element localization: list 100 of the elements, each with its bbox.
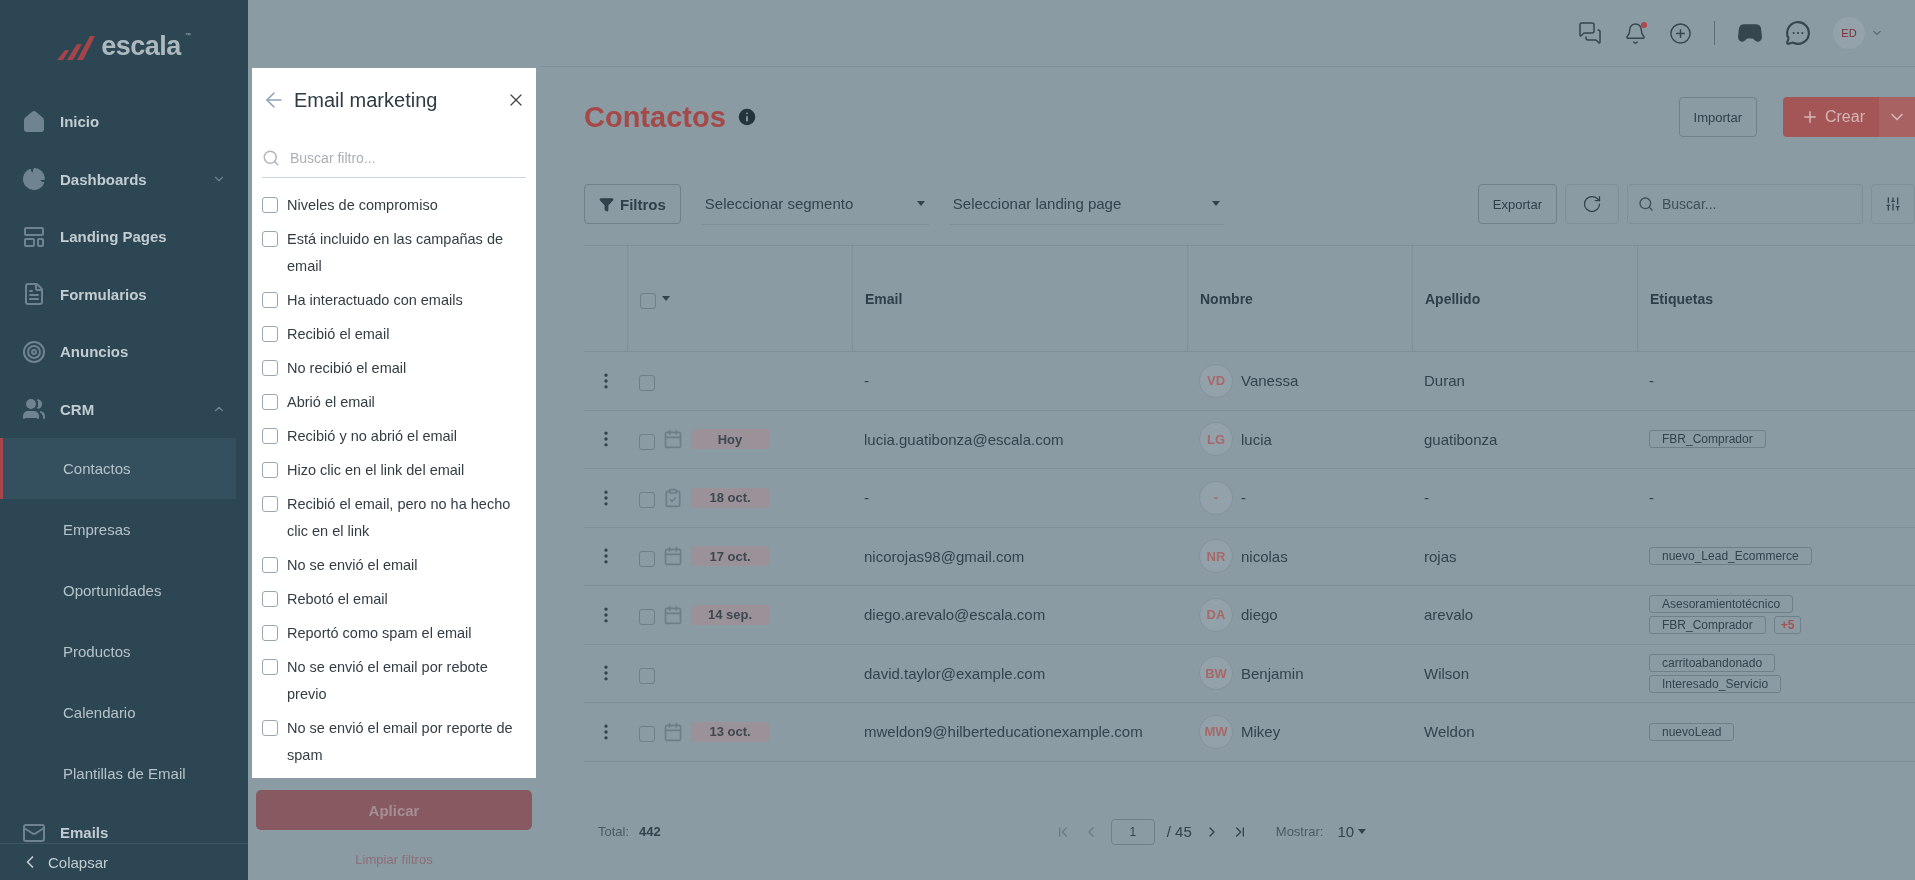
sliders-icon (1885, 196, 1901, 212)
checkbox[interactable] (262, 590, 278, 607)
filter-option[interactable]: No se envió el email (262, 548, 526, 582)
filter-option[interactable]: Niveles de compromiso (262, 188, 526, 222)
checkbox[interactable] (262, 556, 278, 573)
search-icon (1638, 196, 1654, 212)
checkbox[interactable] (262, 291, 278, 308)
surname-cell: Weldon (1424, 723, 1475, 741)
refresh-button[interactable] (1565, 184, 1619, 224)
info-icon[interactable] (735, 106, 758, 128)
checkbox[interactable] (262, 359, 278, 376)
segment-select[interactable]: Seleccionar segmento (700, 183, 929, 225)
sidebar-subitem[interactable]: Calendario (0, 682, 236, 743)
page-field[interactable]: 1 (1110, 818, 1155, 845)
filter-option[interactable]: Rebotó el email (262, 582, 526, 616)
surname-cell: guatibonza (1424, 430, 1498, 448)
filter-option[interactable]: Reportó como spam el email (262, 616, 526, 650)
surname-cell: - (1424, 489, 1429, 507)
surname-cell: Wilson (1424, 664, 1469, 682)
sidebar-item-label: Landing Pages (60, 228, 168, 246)
checkbox[interactable] (262, 495, 278, 512)
column-header[interactable]: Apellido (1425, 290, 1481, 307)
sidebar-item[interactable]: CRM (0, 380, 248, 438)
tag: Interesado_Servicio (1649, 674, 1782, 693)
total-label: Total: (598, 824, 630, 839)
sidebar-item[interactable]: Inicio (0, 93, 248, 151)
filter-option[interactable]: Recibió y no abrió el email (262, 419, 526, 453)
target-icon (22, 339, 46, 364)
filter-option[interactable]: Abrió el email (262, 385, 526, 419)
checkbox[interactable] (262, 719, 278, 736)
initials-avatar: NR (1199, 539, 1233, 574)
caret-icon[interactable] (662, 296, 670, 301)
surname-cell: arevalo (1424, 606, 1474, 624)
checkbox[interactable] (639, 726, 655, 743)
landing-page-select[interactable]: Seleccionar landing page (948, 183, 1224, 225)
filter-option[interactable]: No se envió el email por rebote previo (262, 650, 526, 711)
sidebar-subitem[interactable]: Plantillas de Email (0, 743, 236, 804)
search-field[interactable]: Buscar... (1627, 184, 1863, 224)
tags-cell: - (1649, 372, 1654, 390)
checkbox[interactable] (639, 433, 655, 450)
sidebar-subitem[interactable]: Oportunidades (0, 560, 236, 621)
column-header[interactable]: Etiquetas (1650, 290, 1713, 307)
sidebar-item-label: Emails (60, 824, 110, 842)
date-badge: 14 sep. (691, 604, 769, 625)
sidebar-subitem[interactable]: Contactos (0, 438, 236, 499)
filter-option[interactable]: No se envió el email por reporte de spam (262, 711, 526, 772)
show-label: Mostrar: (1275, 824, 1324, 839)
caret-icon[interactable] (1358, 829, 1367, 834)
column-header[interactable]: Email (865, 290, 903, 307)
filter-option[interactable]: Recibió el email, pero no ha hecho clic en el link (262, 487, 526, 548)
filter-option[interactable]: Está incluido en las campañas de email (262, 222, 526, 283)
email-cell: lucia.guatibonza@escala.com (864, 430, 1064, 448)
checkbox[interactable] (639, 609, 655, 626)
sidebar-item-label: Formularios (60, 285, 148, 303)
sidebar-item[interactable]: Landing Pages (0, 208, 248, 266)
checkbox[interactable] (639, 550, 655, 567)
filter-option[interactable]: No recibió el email (262, 351, 526, 385)
form-icon (22, 282, 46, 307)
filter-option[interactable]: Ha interactuado con emails (262, 283, 526, 317)
checkbox[interactable] (262, 658, 278, 675)
sidebar-item[interactable]: Anuncios (0, 323, 248, 381)
calendar-icon (663, 721, 683, 742)
checkbox[interactable] (262, 624, 278, 641)
checkbox[interactable] (262, 427, 278, 444)
sidebar-subitem[interactable]: Productos (0, 621, 236, 682)
checkbox[interactable] (639, 492, 655, 509)
search-input[interactable]: Buscar... (1660, 195, 1830, 213)
checkbox[interactable] (262, 196, 278, 213)
user-avatar[interactable]: ED (1833, 17, 1865, 49)
email-cell: diego.arevalo@escala.com (864, 606, 1046, 624)
refresh-icon (1582, 194, 1602, 214)
sidebar-item[interactable]: Dashboards (0, 150, 248, 208)
add-icon[interactable] (1669, 21, 1692, 45)
notification-bell[interactable] (1624, 21, 1647, 45)
name-cell: Benjamin (1241, 664, 1304, 682)
sidebar-subitem[interactable]: Empresas (0, 499, 236, 560)
columns-settings-button[interactable] (1871, 184, 1915, 224)
page-title: Contactos (584, 100, 726, 134)
checkbox[interactable] (262, 325, 278, 342)
checkbox[interactable] (639, 375, 655, 392)
checkbox[interactable] (262, 393, 278, 410)
chat-icon[interactable] (1578, 21, 1602, 45)
people-icon (22, 397, 46, 422)
sidebar-item[interactable]: Formularios (0, 265, 248, 323)
export-button[interactable]: Exportar (1477, 184, 1557, 224)
page-size-select[interactable]: 10 (1337, 823, 1355, 840)
sidebar-item[interactable]: Emails (0, 804, 248, 843)
support-chat-icon[interactable] (1785, 20, 1811, 46)
filter-option[interactable]: Hizo clic en el link del email (262, 453, 526, 487)
email-cell: - (864, 489, 869, 507)
import-button[interactable]: Importar (1678, 97, 1757, 137)
checkbox[interactable] (262, 230, 278, 247)
filters-button[interactable]: Filtros (584, 184, 681, 224)
checkbox[interactable] (639, 667, 655, 684)
checkbox[interactable] (640, 293, 656, 309)
checkbox[interactable] (262, 461, 278, 478)
search-icon (262, 148, 280, 167)
column-header[interactable]: Nombre (1200, 290, 1253, 307)
collapse-button[interactable]: Colapsar (0, 843, 248, 880)
filter-option[interactable]: Recibió el email (262, 317, 526, 351)
